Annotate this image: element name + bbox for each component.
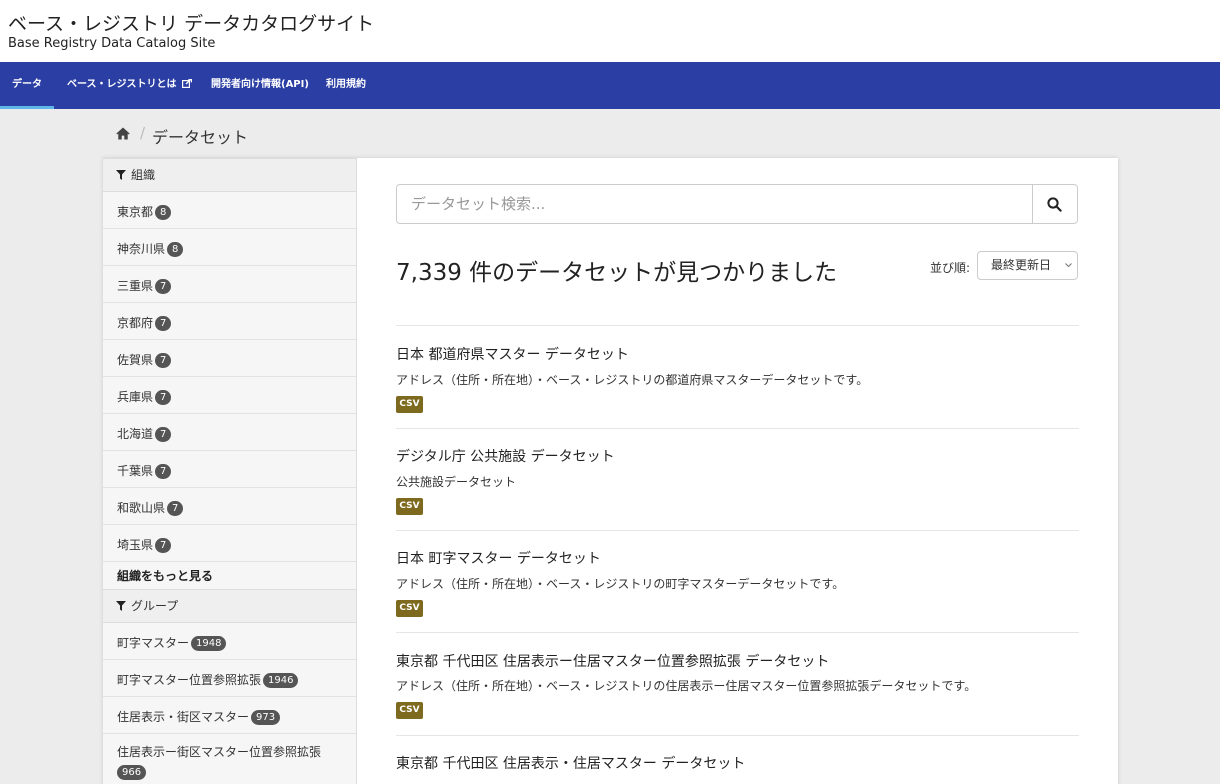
facet-item-label: 住居表示ー街区マスター位置参照拡張: [117, 745, 322, 759]
facet-item-group[interactable]: 町字マスター位置参照拡張 1946: [103, 660, 356, 697]
facet-item-label: 兵庫県: [117, 390, 154, 404]
count-badge: 7: [155, 464, 172, 479]
facet-item-label: 千葉県: [117, 464, 154, 478]
facet-item-group[interactable]: 住居表示ー街区マスター位置参照拡張 966: [103, 734, 356, 784]
sort-selected-value: 最終更新日: [991, 258, 1052, 272]
count-badge: 7: [155, 279, 172, 294]
main-nav: データ ベース・レジストリとは 開発者向け情報(API) 利用規約: [0, 62, 1220, 109]
sort-label: 並び順:: [930, 261, 971, 275]
facet-item-org[interactable]: 三重県 7: [103, 266, 356, 303]
site-subtitle: Base Registry Data Catalog Site: [8, 36, 216, 51]
facet-title: 組織: [131, 168, 156, 182]
dataset-title[interactable]: 東京都 千代田区 住居表示ー住居マスター位置参照拡張 データセット: [396, 651, 829, 671]
dataset-description: 公共施設データセット: [396, 475, 517, 489]
dataset-description: アドレス（住所・所在地）・ベース・レジストリの住居表示ー住居マスター位置参照拡張…: [396, 679, 977, 693]
nav-item-about[interactable]: ベース・レジストリとは: [67, 62, 192, 109]
search-box: [396, 184, 1078, 224]
dataset-description: アドレス（住所・所在地）・ベース・レジストリの都道府県マスターデータセットです。: [396, 373, 869, 387]
breadcrumb-separator: /: [140, 124, 146, 142]
divider: [396, 632, 1079, 633]
count-badge: 7: [167, 501, 184, 516]
facet-item-label: 北海道: [117, 427, 154, 441]
nav-item-label: 開発者向け情報(API): [211, 79, 309, 90]
result-count: 7,339 件のデータセットが見つかりました: [396, 260, 838, 286]
facet-item-group[interactable]: 町字マスター 1948: [103, 623, 356, 660]
external-link-icon: [181, 79, 192, 88]
facet-item-label: 三重県: [117, 279, 154, 293]
dataset-title[interactable]: デジタル庁 公共施設 データセット: [396, 446, 615, 466]
nav-item-label: 利用規約: [326, 79, 366, 90]
facet-item-org[interactable]: 和歌山県 7: [103, 488, 356, 525]
nav-item-data[interactable]: データ: [0, 62, 54, 109]
filter-icon: [116, 170, 126, 180]
count-badge: 7: [155, 316, 172, 331]
count-badge: 7: [155, 427, 172, 442]
dataset-title[interactable]: 東京都 千代田区 住居表示・住居マスター データセット: [396, 753, 745, 773]
count-badge: 1946: [263, 673, 299, 688]
facet-item-label: 神奈川県: [117, 242, 166, 256]
search-input[interactable]: [397, 185, 1033, 223]
nav-item-label: ベース・レジストリとは: [67, 79, 177, 90]
facet-item-label: 町字マスター: [117, 636, 190, 650]
facet-item-org[interactable]: 埼玉県 7: [103, 525, 356, 562]
nav-item-terms[interactable]: 利用規約: [326, 62, 366, 109]
count-badge: 7: [155, 538, 172, 553]
facet-item-label: 住居表示・街区マスター: [117, 710, 250, 724]
facet-sidebar: 組織 東京都 8 神奈川県 8 三重県 7 京都府 7 佐賀県 7 兵庫県 7 北海道 7 千…: [103, 158, 357, 784]
breadcrumb-current[interactable]: データセット: [152, 124, 248, 148]
facet-item-label: 和歌山県: [117, 501, 166, 515]
count-badge: 8: [167, 242, 184, 257]
facet-item-label: 東京都: [117, 205, 154, 219]
sort-select[interactable]: 最終更新日: [977, 251, 1078, 280]
format-badge[interactable]: CSV: [396, 600, 423, 617]
count-badge: 8: [155, 205, 172, 220]
site-header: ベース・レジストリ データカタログサイト Base Registry Data …: [0, 0, 1220, 62]
count-badge: 7: [155, 353, 172, 368]
search-icon: [1047, 197, 1062, 212]
facet-item-label: 京都府: [117, 316, 154, 330]
nav-item-label: データ: [12, 79, 42, 90]
filter-icon: [116, 601, 126, 611]
format-badge[interactable]: CSV: [396, 702, 423, 719]
content-card: 組織 東京都 8 神奈川県 8 三重県 7 京都府 7 佐賀県 7 兵庫県 7 北海道 7 千…: [103, 158, 1118, 784]
facet-item-group[interactable]: 住居表示・街区マスター 973: [103, 697, 356, 734]
facet-item-label: 町字マスター位置参照拡張: [117, 673, 262, 687]
site-title[interactable]: ベース・レジストリ データカタログサイト: [8, 9, 374, 36]
facet-item-org[interactable]: 千葉県 7: [103, 451, 356, 488]
count-badge: 966: [117, 765, 147, 780]
facet-item-org[interactable]: 佐賀県 7: [103, 340, 356, 377]
divider: [396, 325, 1079, 326]
count-badge: 1948: [191, 636, 227, 651]
count-badge: 7: [155, 390, 172, 405]
facet-item-org[interactable]: 京都府 7: [103, 303, 356, 340]
show-more-organizations-link[interactable]: 組織をもっと見る: [117, 567, 213, 584]
chevron-down-icon: [1065, 263, 1072, 268]
dataset-description: アドレス（住所・所在地）・ベース・レジストリの町字マスターデータセットです。: [396, 577, 845, 591]
facet-item-org[interactable]: 兵庫県 7: [103, 377, 356, 414]
facet-item-org[interactable]: 北海道 7: [103, 414, 356, 451]
facet-title: グループ: [131, 599, 179, 613]
facet-item-label: 埼玉県: [117, 538, 154, 552]
divider: [396, 735, 1079, 736]
facet-header-organizations: 組織: [103, 158, 356, 192]
dataset-title[interactable]: 日本 都道府県マスター データセット: [396, 344, 629, 364]
format-badge[interactable]: CSV: [396, 396, 423, 413]
nav-item-developers[interactable]: 開発者向け情報(API): [211, 62, 309, 109]
format-badge[interactable]: CSV: [396, 498, 423, 515]
divider: [396, 428, 1079, 429]
search-button[interactable]: [1032, 185, 1077, 223]
divider: [396, 530, 1079, 531]
facet-item-label: 佐賀県: [117, 353, 154, 367]
facet-header-groups: グループ: [103, 589, 356, 623]
dataset-title[interactable]: 日本 町字マスター データセット: [396, 548, 601, 568]
count-badge: 973: [251, 710, 281, 725]
home-icon[interactable]: [116, 127, 130, 140]
facet-item-org[interactable]: 東京都 8: [103, 192, 356, 229]
facet-item-org[interactable]: 神奈川県 8: [103, 229, 356, 266]
